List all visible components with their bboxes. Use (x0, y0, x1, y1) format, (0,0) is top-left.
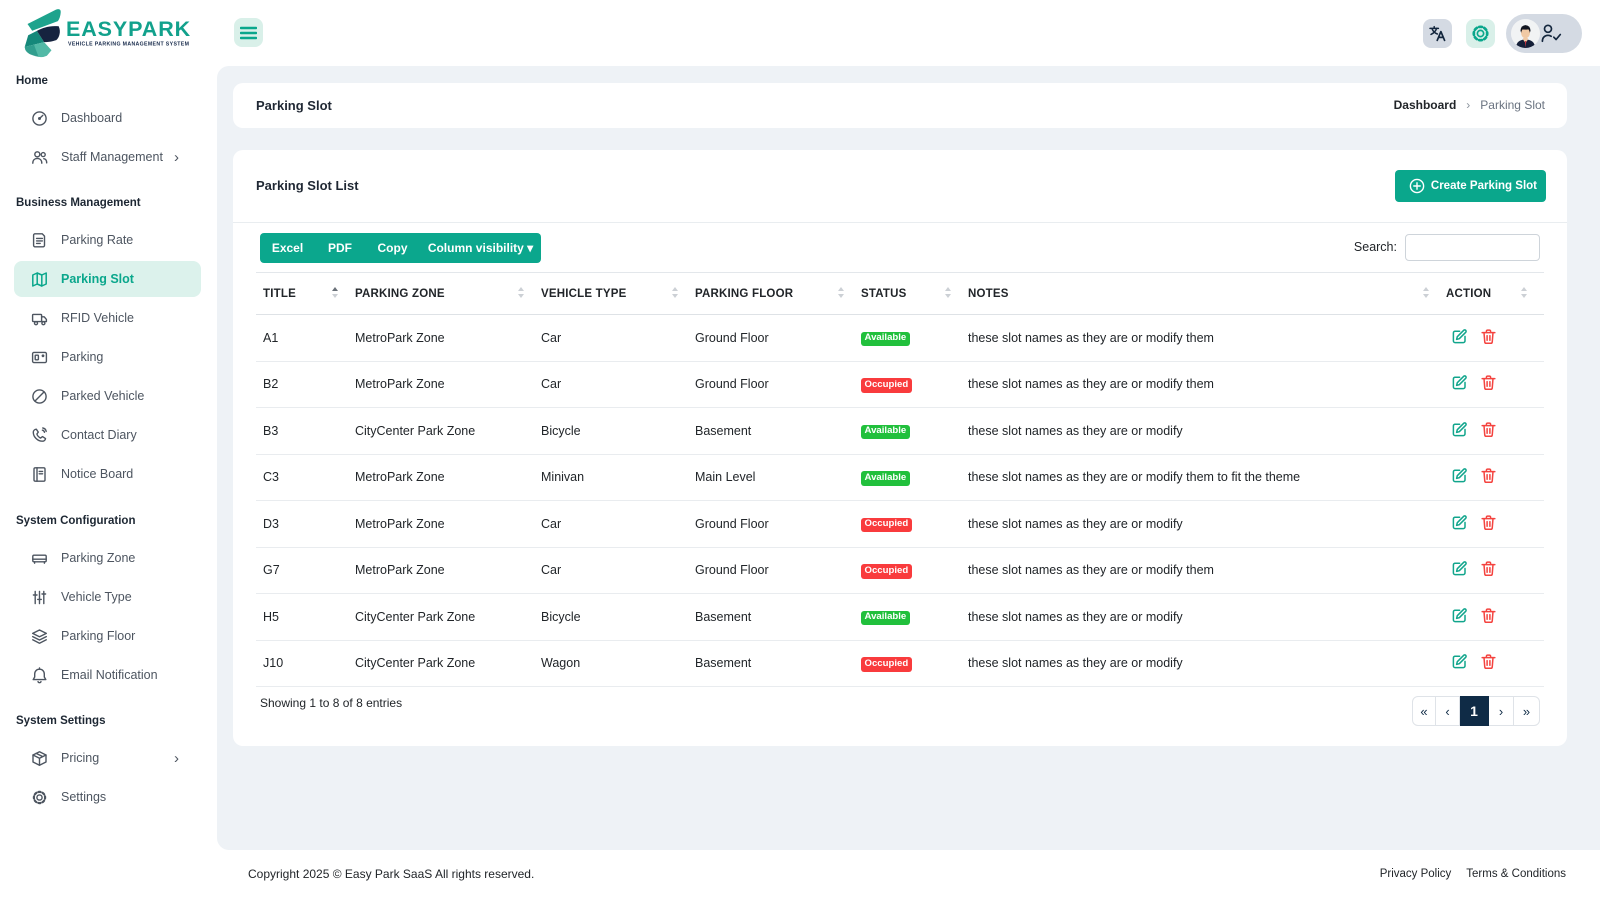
svg-text:EASYPARK: EASYPARK (66, 17, 191, 41)
svg-text:VEHICLE PARKING MANAGEMENT SYS: VEHICLE PARKING MANAGEMENT SYSTEM (68, 42, 189, 48)
